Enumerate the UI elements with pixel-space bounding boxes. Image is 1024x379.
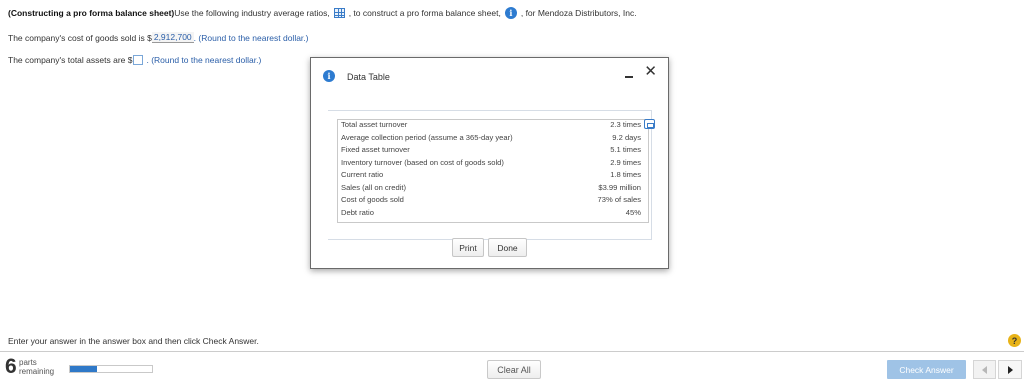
help-icon[interactable]: ? [1008,334,1021,347]
parts-label-line1: parts [19,358,37,367]
assets-hint: . (Round to the nearest dollar.) [146,55,262,65]
table-row: Debt ratio 45% [341,208,641,220]
question-line: (Constructing a pro forma balance sheet)… [8,7,637,19]
copy-icon[interactable] [644,119,655,129]
cogs-value: 2,912,700 [151,32,194,43]
parts-count: 6 [5,355,17,378]
row-value: 2.3 times [610,120,641,129]
row-label: Current ratio [341,170,384,179]
row-label: Cost of goods sold [341,195,404,204]
cogs-prefix: The company's cost of goods sold is $ [8,32,152,43]
dialog-header: i Data Table ✕ [311,58,668,92]
assets-prefix: The company's total assets are $ [8,55,133,65]
row-value: 9.2 days [612,132,641,142]
parts-progress-bar [69,365,153,373]
table-row: Inventory turnover (based on cost of goo… [341,158,641,170]
previous-arrow-icon[interactable] [973,360,996,379]
dialog-info-icon: i [323,70,335,82]
question-intro: Use the following industry average ratio… [174,8,330,18]
row-value: 1.8 times [610,170,641,179]
question-title: (Constructing a pro forma balance sheet) [8,8,175,18]
parts-label-line2: remaining [19,367,55,376]
clear-all-button[interactable]: Clear All [487,360,541,379]
total-assets-input[interactable] [133,55,144,65]
table-row: Sales (all on credit) $3.99 million [341,183,641,195]
footer-divider [0,351,1024,352]
data-table-dialog: i Data Table ✕ Total asset turnover 2.3 … [310,57,669,269]
row-value: 73% of sales [597,195,641,204]
cogs-hint: . (Round to the nearest dollar.) [193,32,309,43]
table-frame: Total asset turnover 2.3 times Average c… [328,110,655,240]
row-value: 2.9 times [610,157,641,167]
row-label: Average collection period (assume a 365-… [341,132,513,142]
table-row: Fixed asset turnover 5.1 times [341,145,641,157]
row-value: 5.1 times [610,145,641,154]
cogs-line: The company's cost of goods sold is $ 2,… [8,32,309,43]
table-row: Total asset turnover 2.3 times [341,119,655,132]
table-scroll-area: Total asset turnover 2.3 times Average c… [328,110,655,240]
row-value: $3.99 million [598,182,641,192]
data-table-icon[interactable] [333,8,345,18]
row-label: Fixed asset turnover [341,145,410,154]
question-middle: , to construct a pro forma balance sheet… [348,8,501,18]
next-arrow-icon[interactable] [998,360,1022,379]
row-label: Inventory turnover (based on cost of goo… [341,157,504,167]
row-value: 45% [625,207,641,217]
progress-fill [70,366,98,372]
print-button[interactable]: Print [452,238,484,257]
table-row: Average collection period (assume a 365-… [341,133,641,145]
row-label: Sales (all on credit) [341,182,406,192]
ratios-table: Total asset turnover 2.3 times Average c… [337,119,655,223]
question-end: , for Mendoza Distributors, Inc. [520,8,637,18]
dialog-title: Data Table [347,72,390,82]
row-label: Debt ratio [341,207,374,217]
done-button[interactable]: Done [488,238,527,257]
parts-remaining-label: parts remaining [19,358,54,376]
minimize-icon[interactable] [623,71,635,81]
table-row: Cost of goods sold 73% of sales [341,195,641,207]
check-answer-button[interactable]: Check Answer [887,360,966,379]
row-label: Total asset turnover [341,120,408,129]
table-row: Current ratio 1.8 times [341,170,641,182]
assets-line: The company's total assets are $ . (Roun… [8,55,261,65]
answer-instruction: Enter your answer in the answer box and … [8,336,259,346]
info-icon[interactable]: i [504,7,517,19]
close-icon[interactable]: ✕ [644,64,657,79]
